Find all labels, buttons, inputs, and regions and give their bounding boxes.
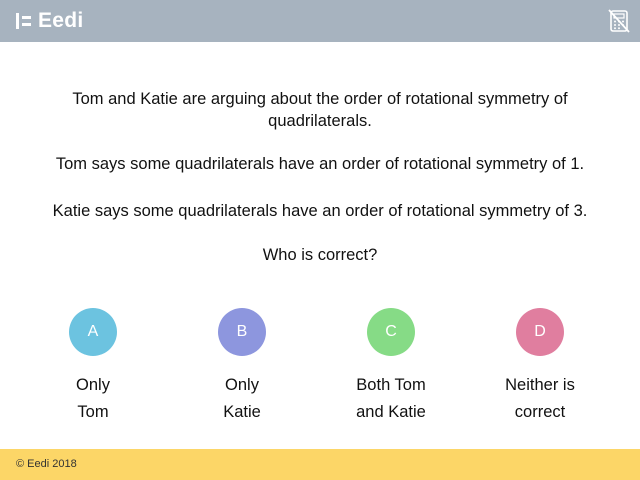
- eedi-logo[interactable]: Eedi: [16, 8, 84, 34]
- option-a-label: Only Tom: [76, 376, 110, 421]
- option-c-circle[interactable]: C: [367, 308, 415, 356]
- header-bar: Eedi: [0, 0, 640, 42]
- option-d-label: Neither is correct: [505, 376, 575, 421]
- question-line-2: Tom says some quadrilaterals have an ord…: [55, 155, 585, 173]
- footer-bar: © Eedi 2018: [0, 449, 640, 480]
- answer-option-b[interactable]: B Only Katie: [182, 308, 302, 426]
- option-b-circle[interactable]: B: [218, 308, 266, 356]
- question-prompt: Who is correct?: [262, 246, 378, 264]
- logo-text: Eedi: [38, 9, 84, 32]
- answer-option-d[interactable]: D Neither is correct: [480, 308, 600, 426]
- calculator-not-allowed-icon: [608, 9, 630, 33]
- answer-option-a[interactable]: A Only Tom: [33, 308, 153, 426]
- answer-option-c[interactable]: C Both Tom and Katie: [331, 308, 451, 426]
- option-a-circle[interactable]: A: [69, 308, 117, 356]
- question-line-1: Tom and Katie are arguing about the orde…: [72, 90, 568, 130]
- copyright-text: © Eedi 2018: [16, 458, 77, 470]
- option-d-circle[interactable]: D: [516, 308, 564, 356]
- question-line-3: Katie says some quadrilaterals have an o…: [52, 202, 588, 220]
- eedi-logo-mark-icon: [16, 13, 31, 29]
- option-b-label: Only Katie: [223, 376, 261, 421]
- option-c-label: Both Tom and Katie: [356, 376, 426, 421]
